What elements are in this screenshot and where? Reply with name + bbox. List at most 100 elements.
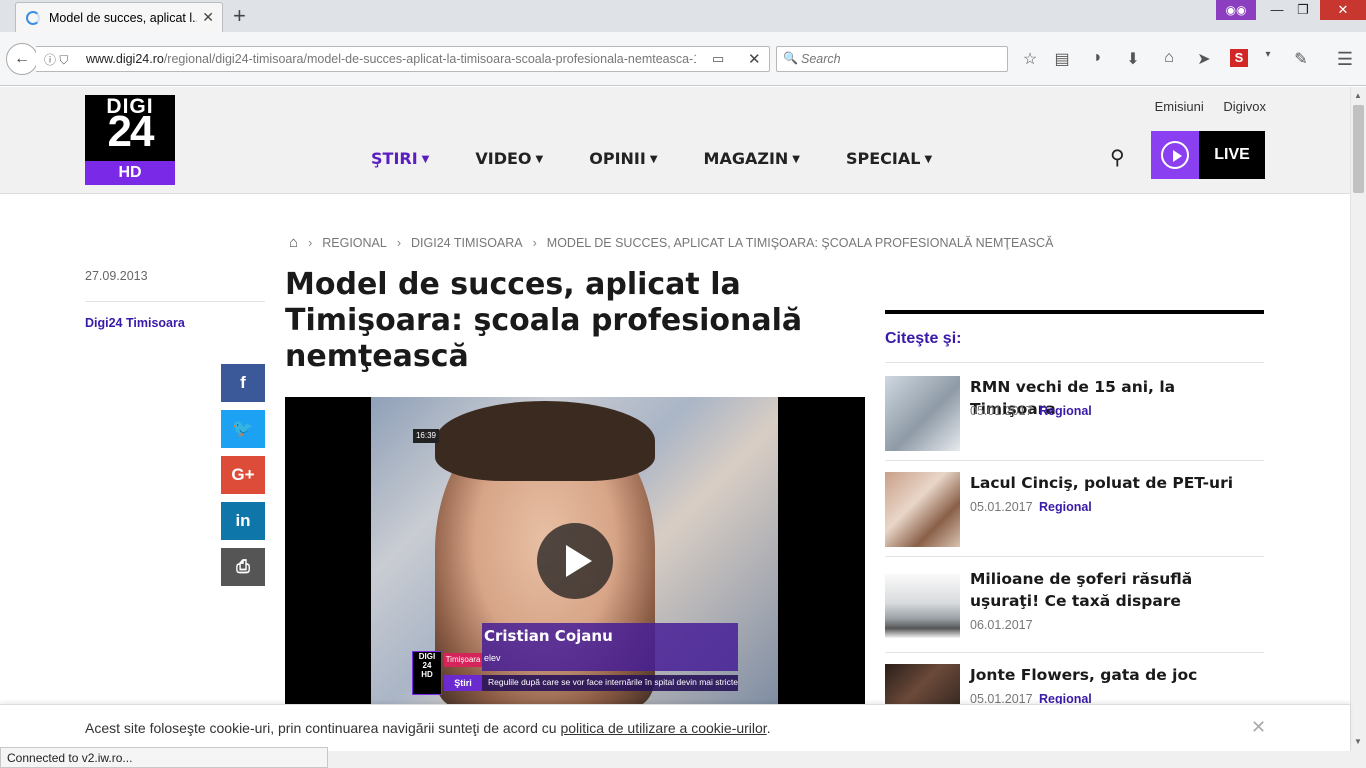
article-date: 27.09.2013	[85, 269, 148, 283]
nav-special[interactable]: SPECIAL ▼	[846, 149, 932, 168]
related-date: 05.01.2017	[970, 500, 1033, 514]
related-category[interactable]: Regional	[1039, 500, 1092, 514]
related-thumbnail[interactable]	[885, 574, 960, 638]
nav-opinii[interactable]: OPINII ▼	[589, 149, 657, 168]
top-links: Emisiuni Digivox	[1139, 99, 1266, 114]
breadcrumb-separator: ›	[396, 235, 402, 250]
pocket-icon[interactable]: ◗	[1087, 49, 1109, 67]
tab-title: Model de succes, aplicat l...	[49, 10, 197, 25]
related-thumbnail[interactable]	[885, 664, 960, 704]
top-link-emisiuni[interactable]: Emisiuni	[1155, 99, 1204, 114]
home-icon[interactable]: ⌂	[289, 234, 298, 251]
breadcrumb-regional[interactable]: REGIONAL	[322, 236, 387, 250]
video-play-icon[interactable]	[537, 523, 613, 599]
loading-spinner-icon	[26, 10, 40, 25]
live-button[interactable]: LIVE	[1151, 131, 1265, 179]
browser-tab-bar: Model de succes, aplicat l... ✕ + ◉◉ — ❐…	[0, 0, 1366, 32]
nav-label: VIDEO	[475, 149, 532, 168]
chevron-down-icon: ▼	[421, 154, 430, 165]
video-player[interactable]: 16:39 DIGI 24 HD Timişoara Cristian Cojanu…	[285, 397, 865, 707]
browser-tab[interactable]: Model de succes, aplicat l... ✕	[15, 2, 223, 32]
restore-icon[interactable]: ❐	[1290, 0, 1316, 20]
hamburger-menu-icon[interactable]: ☰	[1334, 49, 1356, 70]
private-mask-icon[interactable]: ◉◉	[1216, 0, 1256, 20]
googleplus-share-icon[interactable]: G+	[221, 456, 265, 494]
sidebar-divider	[885, 556, 1264, 557]
tab-close-icon[interactable]: ✕	[202, 9, 214, 26]
related-date: 06.01.2017	[970, 618, 1033, 632]
chevron-down-icon: ▼	[649, 154, 658, 165]
video-person-hair	[435, 401, 655, 481]
new-tab-icon[interactable]: +	[233, 3, 246, 29]
facebook-share-icon[interactable]: f	[221, 364, 265, 402]
video-person-name: Cristian Cojanu	[484, 627, 613, 645]
extension-s-icon[interactable]: S	[1230, 49, 1248, 67]
related-title[interactable]: Lacul Cinciş, poluat de PET-uri	[970, 472, 1265, 494]
logo-hd: HD	[85, 161, 175, 185]
url-host: www.digi24.ro	[86, 52, 164, 66]
nav-stiri[interactable]: ŞTIRI ▼	[371, 149, 429, 168]
reader-view-icon[interactable]: ▭	[712, 51, 724, 67]
related-thumbnail[interactable]	[885, 472, 960, 547]
digi24-logo[interactable]: DIGI 24 HD	[85, 95, 175, 185]
site-search-icon[interactable]: ⚲	[1110, 145, 1125, 170]
nav-magazin[interactable]: MAGAZIN ▼	[704, 149, 800, 168]
cookie-text: Acest site foloseşte cookie-uri, prin co…	[85, 720, 771, 736]
search-input[interactable]	[801, 50, 1001, 68]
status-bar: Connected to v2.iw.ro...	[0, 747, 328, 768]
extension-menu-chevron-icon[interactable]: ▾	[1257, 49, 1279, 60]
twitter-share-icon[interactable]: 🐦	[221, 410, 265, 448]
article-title: Model de succes, aplicat la Timişoara: ş…	[285, 267, 803, 374]
cookie-policy-link[interactable]: politica de utilizare a cookie-urilor	[560, 720, 766, 736]
video-logo-text: DIGI	[418, 652, 436, 661]
reading-list-icon[interactable]: ▤	[1051, 49, 1073, 69]
nav-label: ŞTIRI	[371, 149, 418, 168]
url-path: /regional/digi24-timisoara/model-de-succ…	[163, 52, 696, 66]
browser-navbar: ← ⓘ ⛉ www.digi24.ro/regional/digi24-timi…	[0, 32, 1366, 86]
stop-icon[interactable]: ✕	[748, 50, 761, 68]
related-title[interactable]: Jonte Flowers, gata de joc	[970, 664, 1265, 686]
site-info-icon[interactable]: ⓘ ⛉	[44, 51, 68, 68]
search-box[interactable]: 🔍	[776, 46, 1008, 72]
url-text[interactable]: www.digi24.ro/regional/digi24-timisoara/…	[86, 52, 696, 66]
bookmark-star-icon[interactable]: ☆	[1019, 49, 1041, 69]
send-icon[interactable]: ➤	[1193, 49, 1215, 69]
breadcrumb-separator: ›	[532, 235, 537, 250]
home-icon[interactable]: ⌂	[1158, 49, 1180, 67]
minimize-icon[interactable]: —	[1264, 0, 1290, 20]
video-channel-logo: DIGI 24 HD	[412, 651, 442, 695]
related-category[interactable]: Regional	[1039, 404, 1092, 418]
sidebar-heading: Citeşte şi:	[885, 330, 962, 347]
live-label: LIVE	[1214, 146, 1250, 163]
search-icon: 🔍	[783, 51, 798, 65]
chevron-down-icon: ▼	[792, 154, 800, 165]
top-link-digivox[interactable]: Digivox	[1223, 99, 1266, 114]
breadcrumb: ⌂ › REGIONAL › DIGI24 TIMISOARA › MODEL …	[289, 234, 1053, 251]
page-scrollbar[interactable]: ▲ ▼	[1350, 87, 1366, 751]
sidebar-rule	[885, 310, 1264, 314]
video-section-tag: Ştiri	[444, 675, 482, 691]
url-bar[interactable]: ⓘ ⛉ www.digi24.ro/regional/digi24-timiso…	[36, 46, 770, 72]
related-thumbnail[interactable]	[885, 376, 960, 451]
breadcrumb-separator: ›	[308, 235, 313, 250]
breadcrumb-digi24-timisoara[interactable]: DIGI24 TIMISOARA	[411, 236, 523, 250]
article-author[interactable]: Digi24 Timisoara	[85, 316, 185, 330]
scroll-up-icon[interactable]: ▲	[1354, 91, 1362, 100]
meta-divider	[85, 301, 265, 302]
download-icon[interactable]: ⬇	[1122, 49, 1144, 69]
live-play-icon	[1151, 131, 1199, 179]
video-person-role: elev	[484, 653, 501, 663]
related-title[interactable]: Milioane de şoferi răsuflă uşuraţi! Ce t…	[970, 568, 1265, 612]
window-close-icon[interactable]: ✕	[1320, 0, 1366, 20]
linkedin-share-icon[interactable]: in	[221, 502, 265, 540]
print-icon[interactable]: ⎙	[221, 548, 265, 586]
cookie-close-icon[interactable]: ✕	[1251, 717, 1266, 738]
chevron-down-icon: ▼	[535, 154, 544, 165]
scroll-down-icon[interactable]: ▼	[1354, 737, 1362, 746]
nav-video[interactable]: VIDEO ▼	[475, 149, 543, 168]
sidebar-divider	[885, 362, 1264, 363]
extension-tool-icon[interactable]: ✎	[1290, 49, 1312, 69]
cookie-message: Acest site foloseşte cookie-uri, prin co…	[85, 720, 561, 736]
back-arrow-icon[interactable]: ←	[6, 43, 38, 75]
scroll-thumb[interactable]	[1353, 105, 1364, 193]
